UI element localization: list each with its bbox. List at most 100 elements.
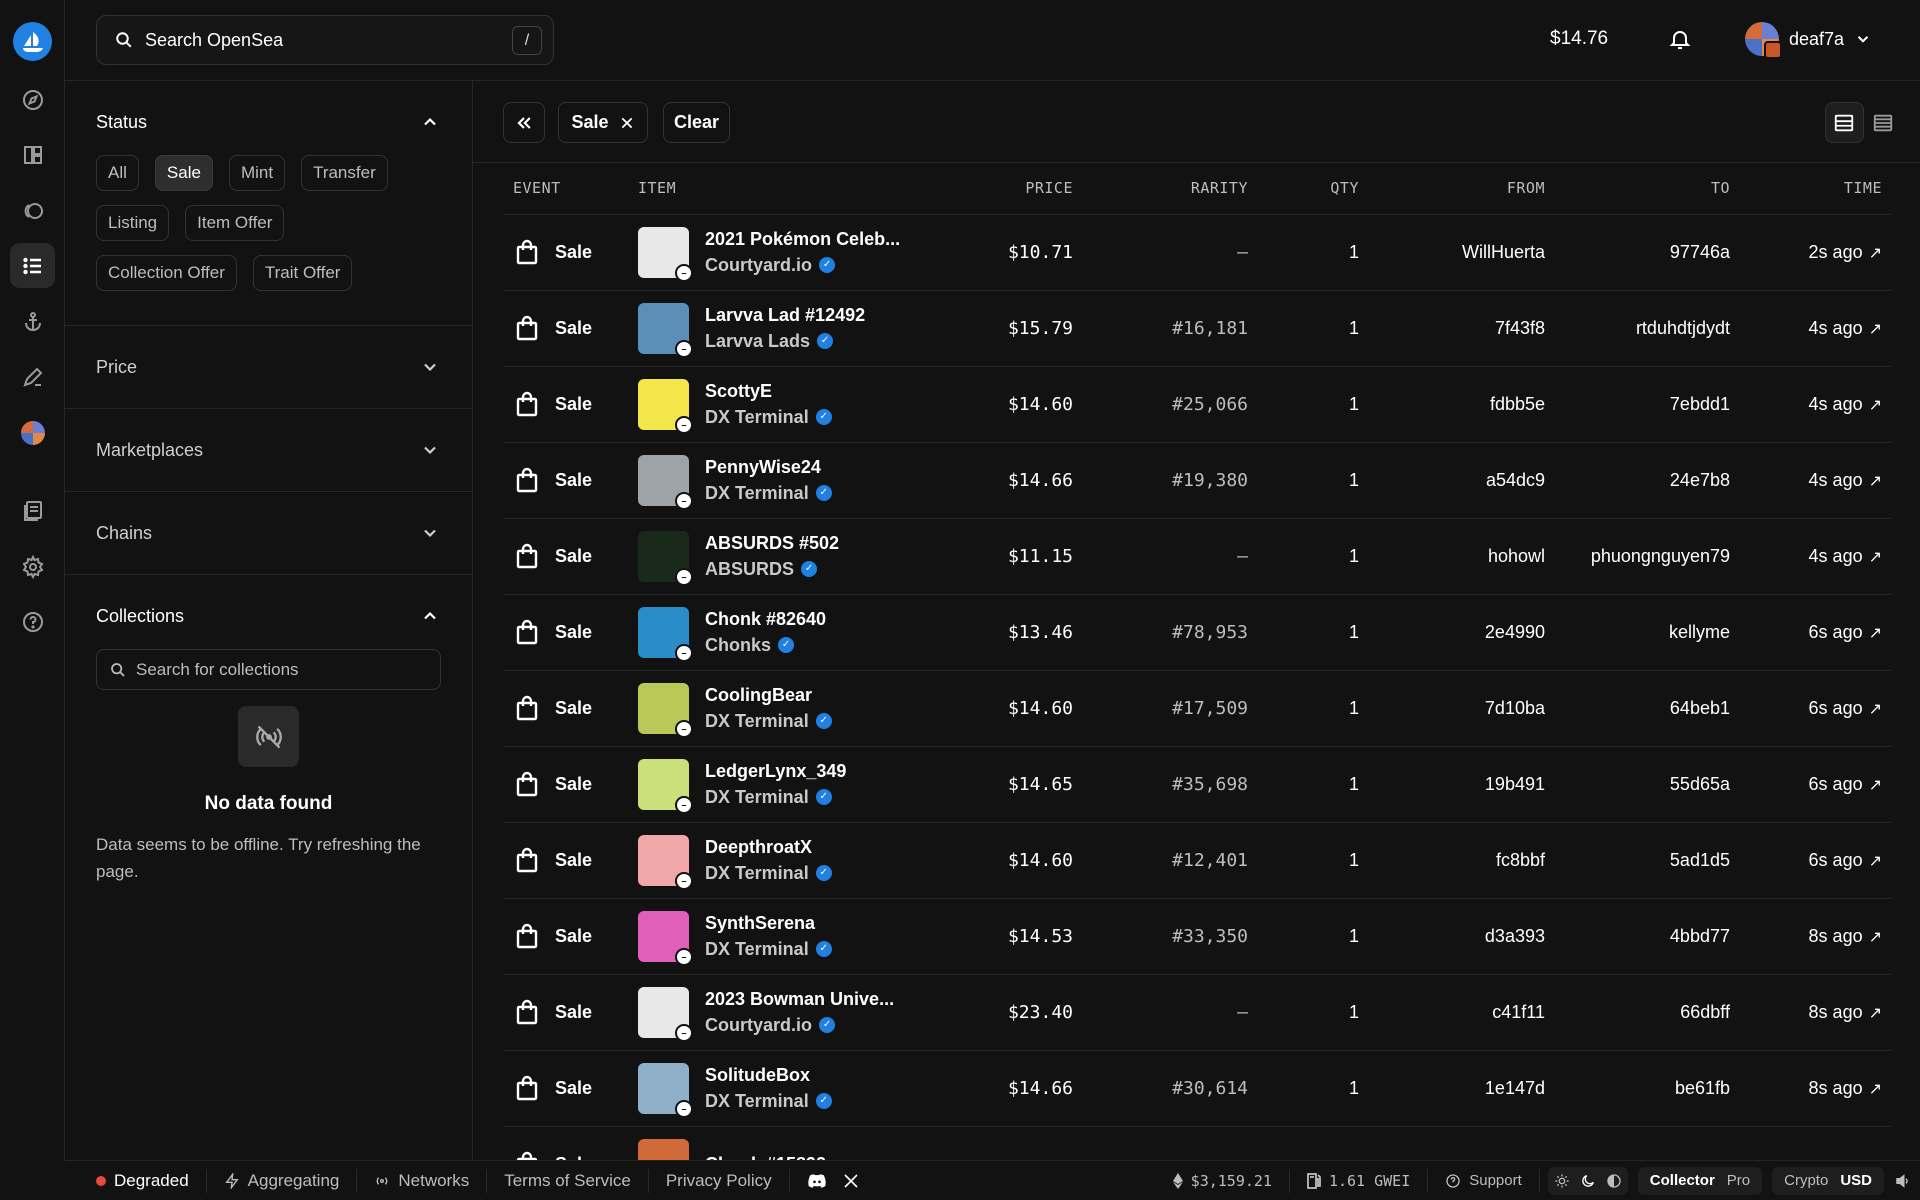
item-collection[interactable]: DX Terminal ✓ <box>705 708 832 734</box>
collapse-filters-button[interactable] <box>503 102 545 143</box>
sun-icon[interactable] <box>1554 1173 1570 1189</box>
status-indicator[interactable]: Degraded <box>65 1168 207 1193</box>
price-filter-header[interactable]: Price <box>65 326 472 408</box>
item-name[interactable]: SolitudeBox <box>705 1062 832 1088</box>
to-address[interactable]: rtduhdtjdydt <box>1545 290 1730 367</box>
item-cell[interactable]: – ScottyE DX Terminal ✓ <box>638 378 908 434</box>
item-thumbnail[interactable]: – <box>638 986 693 1042</box>
contrast-icon[interactable] <box>1606 1173 1622 1189</box>
table-row[interactable]: Sale – DeepthroatX DX Terminal ✓ $14.60 #12,40… <box>503 822 1892 899</box>
table-row[interactable]: Sale – PennyWise24 DX Terminal ✓ $14.66 #19,38… <box>503 442 1892 519</box>
item-name[interactable]: 2023 Bowman Unive... <box>705 986 894 1012</box>
table-row[interactable]: Sale – ScottyE DX Terminal ✓ $14.60 #25,066 1 fd… <box>503 366 1892 443</box>
item-thumbnail[interactable]: – <box>638 682 693 738</box>
item-collection[interactable]: Larvva Lads ✓ <box>705 328 865 354</box>
from-address[interactable]: fc8bbf <box>1359 822 1545 899</box>
item-thumbnail[interactable]: – <box>638 834 693 890</box>
table-view-icon[interactable] <box>1825 102 1864 143</box>
item-cell[interactable]: – Chonk #82640 Chonks ✓ <box>638 606 908 662</box>
wallet-balance[interactable]: $14.76 <box>1550 28 1608 50</box>
item-name[interactable]: SynthSerena <box>705 910 832 936</box>
discord-icon[interactable] <box>807 1173 827 1189</box>
to-address[interactable]: 64beb1 <box>1545 670 1730 747</box>
item-thumbnail[interactable]: – <box>638 758 693 814</box>
event-time[interactable]: 8s ago ↗ <box>1809 1078 1882 1098</box>
volume-icon[interactable] <box>1894 1172 1912 1190</box>
table-row[interactable]: Sale – CoolingBear DX Terminal ✓ $14.60 #17,50… <box>503 670 1892 747</box>
event-time[interactable]: 6s ago ↗ <box>1809 774 1882 794</box>
to-address[interactable]: 97746a <box>1545 214 1730 291</box>
profile-icon[interactable] <box>10 410 55 455</box>
to-address[interactable]: be61fb <box>1545 1050 1730 1127</box>
status-option-item-offer[interactable]: Item Offer <box>185 205 285 241</box>
support-link[interactable]: Support <box>1428 1168 1540 1193</box>
from-address[interactable]: d3a393 <box>1359 898 1545 975</box>
from-address[interactable]: 2e4990 <box>1359 594 1545 671</box>
table-row[interactable]: Sale – Larvva Lad #12492 Larvva Lads ✓ $15.79… <box>503 290 1892 367</box>
column-header-price[interactable]: PRICE <box>908 163 1073 215</box>
compass-icon[interactable] <box>10 77 55 122</box>
from-address[interactable]: 1e147d <box>1359 1050 1545 1127</box>
from-address[interactable]: c41f11 <box>1359 974 1545 1051</box>
item-thumbnail[interactable]: – <box>638 1062 693 1118</box>
help-icon[interactable] <box>10 599 55 644</box>
event-time[interactable]: 4s ago ↗ <box>1809 470 1882 490</box>
anchor-icon[interactable] <box>10 299 55 344</box>
from-address[interactable]: a54dc9 <box>1359 442 1545 519</box>
item-collection[interactable]: DX Terminal ✓ <box>705 404 832 430</box>
to-address[interactable]: 66dbff <box>1545 974 1730 1051</box>
table-row[interactable]: Sale –2023 Bowman Unive... Courtyard.io ✓ $2… <box>503 974 1892 1051</box>
to-address[interactable]: 7ebdd1 <box>1545 366 1730 443</box>
close-icon[interactable] <box>619 115 635 131</box>
to-address[interactable]: 55d65a <box>1545 746 1730 823</box>
event-time[interactable]: 2s ago ↗ <box>1809 242 1882 262</box>
item-thumbnail[interactable]: – <box>638 378 693 434</box>
item-collection[interactable]: DX Terminal ✓ <box>705 860 832 886</box>
list-icon[interactable] <box>10 243 55 288</box>
item-collection[interactable]: DX Terminal ✓ <box>705 784 846 810</box>
item-cell[interactable]: – Larvva Lad #12492 Larvva Lads ✓ <box>638 302 908 358</box>
column-header-time[interactable]: TIME <box>1730 163 1892 215</box>
item-collection[interactable]: DX Terminal ✓ <box>705 1088 832 1114</box>
collection-search-input[interactable]: Search for collections <box>96 649 441 690</box>
from-address[interactable]: 7d10ba <box>1359 670 1545 747</box>
item-collection[interactable]: ABSURDS ✓ <box>705 556 839 582</box>
item-cell[interactable]: – LedgerLynx_349 DX Terminal ✓ <box>638 758 908 814</box>
x-icon[interactable] <box>843 1173 859 1189</box>
currency-usd[interactable]: USD <box>1834 1172 1878 1189</box>
item-cell[interactable]: – PennyWise24 DX Terminal ✓ <box>638 454 908 510</box>
currency-crypto[interactable]: Crypto <box>1778 1172 1834 1189</box>
user-menu[interactable]: deaf7a <box>1745 22 1872 59</box>
bell-icon[interactable] <box>1668 27 1692 56</box>
moon-icon[interactable] <box>1580 1173 1596 1189</box>
item-thumbnail[interactable]: – <box>638 530 693 586</box>
networks-link[interactable]: Networks <box>357 1168 488 1193</box>
item-name[interactable]: CoolingBear <box>705 682 832 708</box>
item-cell[interactable]: – DeepthroatX DX Terminal ✓ <box>638 834 908 890</box>
event-time[interactable]: 6s ago ↗ <box>1809 698 1882 718</box>
item-collection[interactable]: Courtyard.io ✓ <box>705 252 900 278</box>
item-name[interactable]: LedgerLynx_349 <box>705 758 846 784</box>
event-time[interactable]: 8s ago ↗ <box>1809 1002 1882 1022</box>
column-header-qty[interactable]: QTY <box>1248 163 1359 215</box>
table-row[interactable]: Sale –2021 Pokémon Celeb... Courtyard.io ✓ $… <box>503 214 1892 291</box>
from-address[interactable]: fdbb5e <box>1359 366 1545 443</box>
event-time[interactable]: 6s ago ↗ <box>1809 622 1882 642</box>
collections-filter-header[interactable]: Collections <box>65 575 472 657</box>
marketplaces-filter-header[interactable]: Marketplaces <box>65 409 472 491</box>
status-option-listing[interactable]: Listing <box>96 205 170 241</box>
terms-link[interactable]: Terms of Service <box>487 1168 649 1193</box>
item-collection[interactable]: Courtyard.io ✓ <box>705 1012 894 1038</box>
column-header-from[interactable]: FROM <box>1359 163 1545 215</box>
active-filter-chip[interactable]: Sale <box>558 102 648 143</box>
item-collection[interactable]: DX Terminal ✓ <box>705 936 832 962</box>
from-address[interactable]: 7f43f8 <box>1359 290 1545 367</box>
item-cell[interactable]: – ABSURDS #502 ABSURDS ✓ <box>638 530 908 586</box>
aggregating-indicator[interactable]: Aggregating <box>207 1168 358 1193</box>
item-thumbnail[interactable]: – <box>638 226 693 282</box>
status-option-sale[interactable]: Sale <box>154 155 213 191</box>
table-row[interactable]: Sale – SolitudeBox DX Terminal ✓ $14.66 #30,61… <box>503 1050 1892 1127</box>
privacy-link[interactable]: Privacy Policy <box>649 1168 790 1193</box>
from-address[interactable]: WillHuerta <box>1359 214 1545 291</box>
item-thumbnail[interactable]: – <box>638 910 693 966</box>
